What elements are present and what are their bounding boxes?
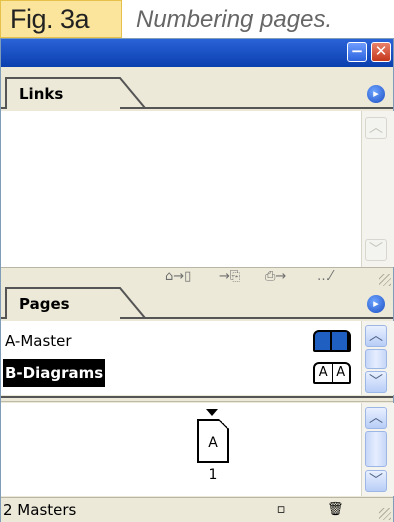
edit-original-button[interactable]: …⁄ (317, 269, 332, 284)
master-row[interactable]: B-Diagrams A A (1, 359, 361, 387)
links-scroll-down-button[interactable]: ﹀ (365, 239, 387, 261)
master-page-right (332, 332, 349, 350)
pages-scroll-down-button[interactable]: ﹀ (365, 470, 387, 492)
tab-links-label: Links (19, 85, 64, 103)
figure-caption: Numbering pages. (136, 6, 333, 33)
pages-status-bar: 2 Masters ▫ 🗑 (1, 497, 393, 522)
links-resize-grip[interactable] (379, 274, 391, 286)
tab-pages[interactable]: Pages (5, 287, 120, 319)
panel-divider[interactable] (1, 396, 393, 402)
tab-pages-label: Pages (19, 295, 70, 313)
links-menu-button[interactable]: ▸ (367, 85, 385, 103)
pages-scroll-up-button[interactable]: ︿ (365, 407, 387, 429)
update-link-button[interactable]: ⎙→ (265, 269, 286, 284)
palette-titlebar[interactable]: − ✕ (1, 39, 393, 67)
master-page-left (315, 332, 332, 350)
master-spread-icon[interactable] (313, 330, 351, 352)
links-toolbar: ⌂→▯ →⎘ ⎙→ …⁄ (1, 267, 393, 288)
goto-link-button[interactable]: →⎘ (219, 269, 240, 284)
new-page-icon[interactable]: ▫ (273, 502, 289, 518)
masters-scroll-thumb[interactable] (365, 349, 387, 369)
relink-button[interactable]: ⌂→▯ (165, 269, 191, 284)
page-number: 1 (208, 467, 218, 483)
master-row[interactable]: A-Master (1, 327, 361, 355)
pages-menu-button[interactable]: ▸ (367, 295, 385, 313)
palette-window: − ✕ Links ▸ ︿ ﹀ ⌂→▯ →⎘ ⎙→ …⁄ Pages ▸ A-M… (0, 38, 394, 522)
figure-label: Fig. 3a (0, 0, 122, 38)
tab-links-slant (118, 77, 146, 109)
masters-count: 2 Masters (3, 501, 77, 519)
pages-resize-grip[interactable] (379, 508, 391, 520)
links-scrollbar[interactable]: ︿ ﹀ (361, 111, 394, 267)
master-page-right: A (336, 365, 346, 380)
document-pages-area: A 1 (1, 403, 361, 496)
page-thumbnail[interactable]: A (197, 419, 229, 463)
masters-list: A-Master B-Diagrams A A (1, 321, 361, 395)
masters-scrollbar[interactable]: ︿ ﹀ (361, 321, 394, 395)
tab-links[interactable]: Links (5, 77, 120, 109)
master-page-left: A (315, 364, 333, 382)
tab-pages-slant (118, 287, 146, 319)
minimize-button[interactable]: − (347, 42, 367, 62)
master-name: B-Diagrams (3, 359, 106, 387)
master-name: A-Master (5, 332, 72, 350)
links-list[interactable] (1, 111, 361, 267)
close-button[interactable]: ✕ (371, 42, 391, 62)
current-page-marker (206, 409, 218, 416)
page-master-letter: A (208, 435, 218, 451)
masters-scroll-down-button[interactable]: ﹀ (365, 371, 387, 393)
trash-icon[interactable]: 🗑 (327, 502, 344, 518)
pages-scrollbar[interactable]: ︿ ﹀ (361, 403, 394, 496)
master-spread-icon[interactable]: A A (313, 362, 351, 384)
pages-scroll-thumb[interactable] (365, 431, 387, 467)
links-scroll-up-button[interactable]: ︿ (365, 117, 387, 139)
masters-scroll-up-button[interactable]: ︿ (365, 325, 387, 347)
